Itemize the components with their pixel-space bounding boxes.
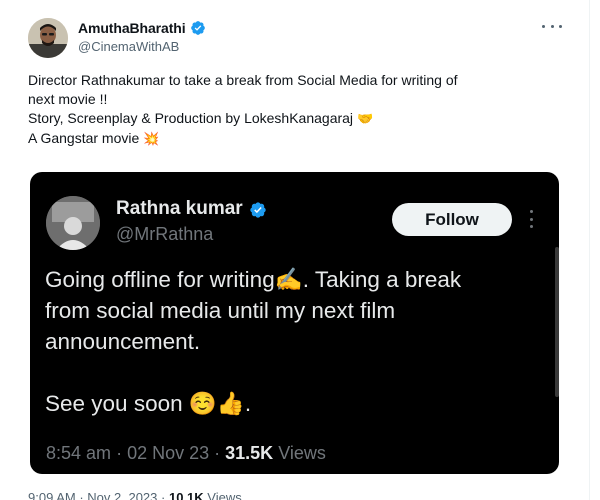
embedded-text-line: announcement. <box>45 329 201 354</box>
tweet-text-line: next movie !! <box>28 91 108 107</box>
embedded-follow-button: Follow <box>392 203 512 236</box>
embedded-verified-badge-icon <box>249 201 266 218</box>
embedded-text-line: from social media until my next film <box>45 298 396 323</box>
embedded-views-count: 31.5K <box>225 443 274 463</box>
embedded-text-line: See you soon ☺️👍. <box>45 391 252 416</box>
tweet-text-segment: A Gangstar movie <box>28 130 140 146</box>
embedded-meta: 8:54 am · 02 Nov 23 · 31.5K Views <box>46 443 326 464</box>
embedded-tweet-text: Going offline for writing✍️. Taking a br… <box>45 264 545 419</box>
embedded-text-line: Going offline for writing✍️. Taking a br… <box>45 267 462 292</box>
tweet: AmuthaBharathi @CinemaWithAB Director Ra… <box>0 0 600 500</box>
author-display-name[interactable]: AmuthaBharathi <box>78 20 186 36</box>
embedded-author-block: Rathna kumar @MrRathna <box>116 198 266 245</box>
embedded-more-options-icon <box>530 210 534 228</box>
embedded-scrollbar <box>555 247 559 397</box>
embedded-avatar <box>46 196 100 250</box>
embedded-handle: @MrRathna <box>116 224 214 244</box>
tweet-views-count: 10.1K <box>168 490 204 500</box>
separator-dot: · <box>161 490 169 500</box>
attached-image[interactable]: Rathna kumar @MrRathna Follow Going offl… <box>30 172 559 474</box>
author-block: AmuthaBharathi @CinemaWithAB <box>78 18 206 54</box>
tweet-time[interactable]: 9:09 AM <box>28 490 76 500</box>
separator-dot: · <box>116 443 128 463</box>
embedded-time: 8:54 am <box>46 443 112 463</box>
verified-badge-icon <box>190 20 206 36</box>
embedded-views-label: Views <box>278 443 326 463</box>
embedded-display-name: Rathna kumar <box>116 198 243 219</box>
tweet-text-segment: Story, Screenplay & Production by Lokesh… <box>28 110 354 126</box>
tweet-date[interactable]: Nov 2, 2023 <box>87 490 157 500</box>
handshake-emoji-icon: 🤝 <box>356 112 374 127</box>
author-handle[interactable]: @CinemaWithAB <box>78 39 206 54</box>
avatar[interactable] <box>28 18 68 58</box>
collision-emoji-icon: 💥 <box>143 132 160 147</box>
tweet-text-line: Story, Screenplay & Production by Lokesh… <box>28 109 568 129</box>
tweet-text: Director Rathnakumar to take a break fro… <box>28 71 568 149</box>
embedded-date: 02 Nov 23 <box>127 443 210 463</box>
more-options-icon[interactable] <box>542 18 562 34</box>
separator-dot: · <box>214 443 226 463</box>
column-divider <box>589 0 590 500</box>
tweet-views-label: Views <box>207 490 242 500</box>
tweet-text-line: Director Rathnakumar to take a break fro… <box>28 72 458 88</box>
tweet-meta: 9:09 AM · Nov 2, 2023 · 10.1K Views <box>28 490 242 500</box>
tweet-text-line: A Gangstar movie 💥 <box>28 129 568 149</box>
